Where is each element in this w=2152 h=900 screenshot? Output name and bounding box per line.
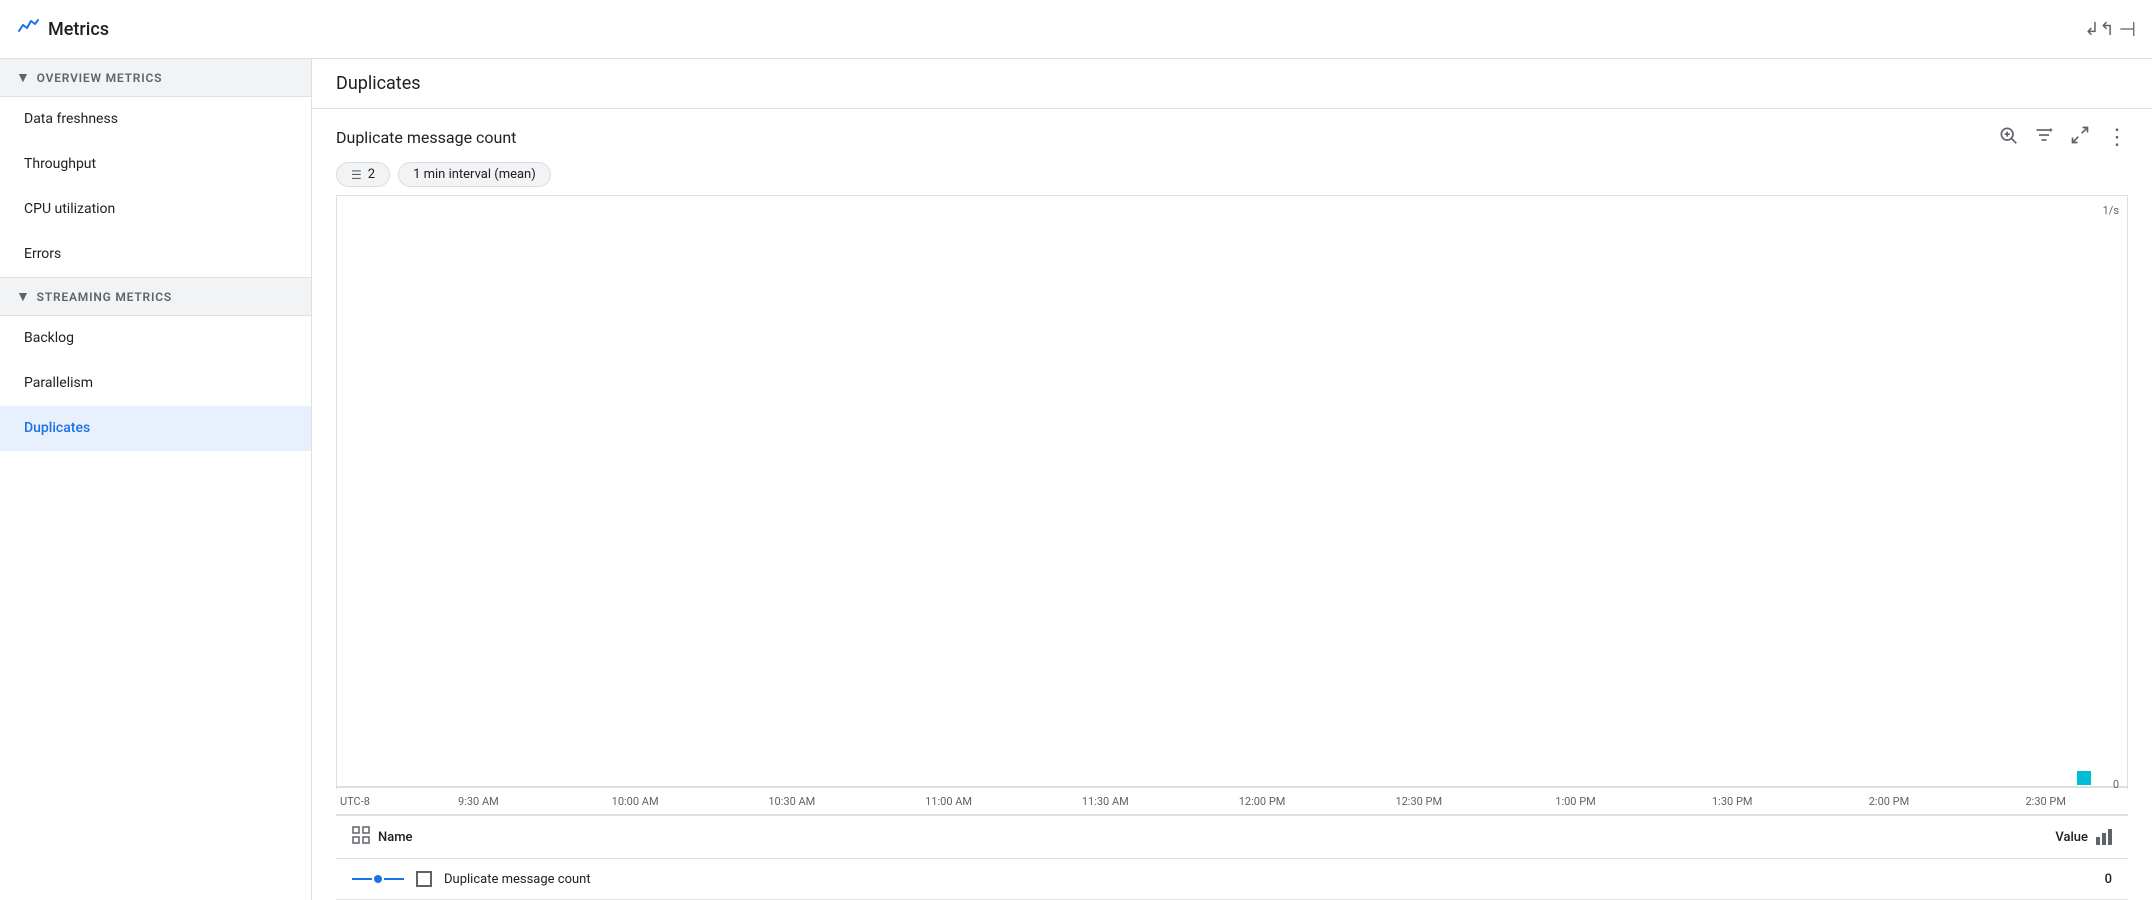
overview-metrics-section[interactable]: ▼ OVERVIEW METRICS bbox=[0, 59, 311, 97]
sidebar: ▼ OVERVIEW METRICS Data freshness Throug… bbox=[0, 59, 312, 900]
legend-row-left: Duplicate message count bbox=[352, 871, 2072, 887]
app-title-area: Metrics bbox=[16, 14, 2084, 44]
chart-container: Duplicate message count bbox=[312, 109, 2152, 900]
timeline-label-3: 11:00 AM bbox=[870, 795, 1027, 808]
filter-interval-chip[interactable]: 1 min interval (mean) bbox=[398, 162, 551, 187]
page-title: Duplicates bbox=[312, 59, 2152, 109]
sidebar-item-duplicates[interactable]: Duplicates bbox=[0, 406, 311, 451]
sidebar-item-cpu-utilization[interactable]: CPU utilization bbox=[0, 187, 311, 232]
streaming-metrics-section[interactable]: ▼ STREAMING METRICS bbox=[0, 277, 311, 316]
app-title-text: Metrics bbox=[48, 19, 109, 40]
streaming-chevron-icon: ▼ bbox=[16, 288, 31, 305]
main-layout: ▼ OVERVIEW METRICS Data freshness Throug… bbox=[0, 59, 2152, 900]
chart-title: Duplicate message count bbox=[336, 128, 516, 147]
filter-lines-icon[interactable] bbox=[2034, 125, 2054, 150]
timeline-label-6: 12:30 PM bbox=[1340, 795, 1497, 808]
timeline-label-9: 2:00 PM bbox=[1811, 795, 1968, 808]
legend-item-value: 0 bbox=[2072, 872, 2112, 887]
filter-count-chip[interactable]: ☰ 2 bbox=[336, 162, 390, 187]
filter-count: 2 bbox=[368, 167, 375, 182]
search-zoom-icon[interactable] bbox=[1998, 125, 2018, 150]
legend-grid-icon[interactable] bbox=[352, 826, 370, 848]
expand-icon[interactable] bbox=[2070, 125, 2090, 150]
timeline-label-5: 12:00 PM bbox=[1184, 795, 1341, 808]
line-dot bbox=[374, 875, 382, 883]
legend-name-header-text: Name bbox=[378, 830, 413, 845]
filter-chip-icon: ☰ bbox=[351, 168, 362, 182]
sidebar-item-data-freshness[interactable]: Data freshness bbox=[0, 97, 311, 142]
timeline-label-1: 10:00 AM bbox=[557, 795, 714, 808]
overview-chevron-icon: ▼ bbox=[16, 69, 31, 86]
filter-interval-label: 1 min interval (mean) bbox=[413, 167, 536, 182]
chart-zero-indicator bbox=[2077, 771, 2091, 785]
chart-filters: ☰ 2 1 min interval (mean) bbox=[336, 162, 2128, 187]
top-header: Metrics ↲↰ ⊣ bbox=[0, 0, 2152, 59]
streaming-section-label: STREAMING METRICS bbox=[37, 290, 172, 304]
sidebar-item-throughput[interactable]: Throughput bbox=[0, 142, 311, 187]
legend-value-header-text: Value bbox=[2055, 830, 2088, 845]
legend-bars-icon[interactable] bbox=[2096, 829, 2112, 845]
legend-header: Name Value bbox=[336, 816, 2128, 859]
timeline-label-4: 11:30 AM bbox=[1027, 795, 1184, 808]
legend-name-header-cell: Name bbox=[352, 826, 2055, 848]
legend-row: Duplicate message count 0 bbox=[336, 859, 2128, 900]
chart-toolbar: ⋮ bbox=[1998, 125, 2128, 150]
metrics-logo-icon bbox=[16, 14, 40, 44]
line-segment-right bbox=[384, 878, 404, 880]
line-segment-left bbox=[352, 878, 372, 880]
more-options-icon[interactable]: ⋮ bbox=[2106, 127, 2128, 149]
timeline-label-10: 2:30 PM bbox=[1967, 795, 2124, 808]
timeline-labels: UTC-8 9:30 AM 10:00 AM 10:30 AM 11:00 AM… bbox=[336, 795, 2128, 808]
legend-table: Name Value bbox=[336, 815, 2128, 900]
overview-section-label: OVERVIEW METRICS bbox=[37, 71, 163, 85]
timeline-utc: UTC-8 bbox=[340, 795, 400, 808]
chart-svg bbox=[337, 196, 2127, 789]
chart-area: 1/s 0 bbox=[336, 195, 2128, 789]
legend-line-indicator bbox=[352, 875, 404, 883]
sidebar-item-parallelism[interactable]: Parallelism bbox=[0, 361, 311, 406]
legend-value-header-cell: Value bbox=[2055, 829, 2112, 845]
collapse-sidebar-icon[interactable]: ↲↰ bbox=[2084, 19, 2114, 40]
legend-item-label: Duplicate message count bbox=[444, 872, 591, 887]
sidebar-item-errors[interactable]: Errors bbox=[0, 232, 311, 277]
content-area: Duplicates Duplicate message count bbox=[312, 59, 2152, 900]
chart-timeline: UTC-8 9:30 AM 10:00 AM 10:30 AM 11:00 AM… bbox=[336, 789, 2128, 815]
sidebar-collapse-button[interactable]: ⊣ bbox=[2119, 17, 2136, 41]
timeline-label-8: 1:30 PM bbox=[1654, 795, 1811, 808]
chart-title-row: Duplicate message count bbox=[336, 125, 2128, 150]
timeline-label-0: 9:30 AM bbox=[400, 795, 557, 808]
timeline-label-2: 10:30 AM bbox=[713, 795, 870, 808]
legend-checkbox[interactable] bbox=[416, 871, 432, 887]
sidebar-item-backlog[interactable]: Backlog bbox=[0, 316, 311, 361]
timeline-label-7: 1:00 PM bbox=[1497, 795, 1654, 808]
